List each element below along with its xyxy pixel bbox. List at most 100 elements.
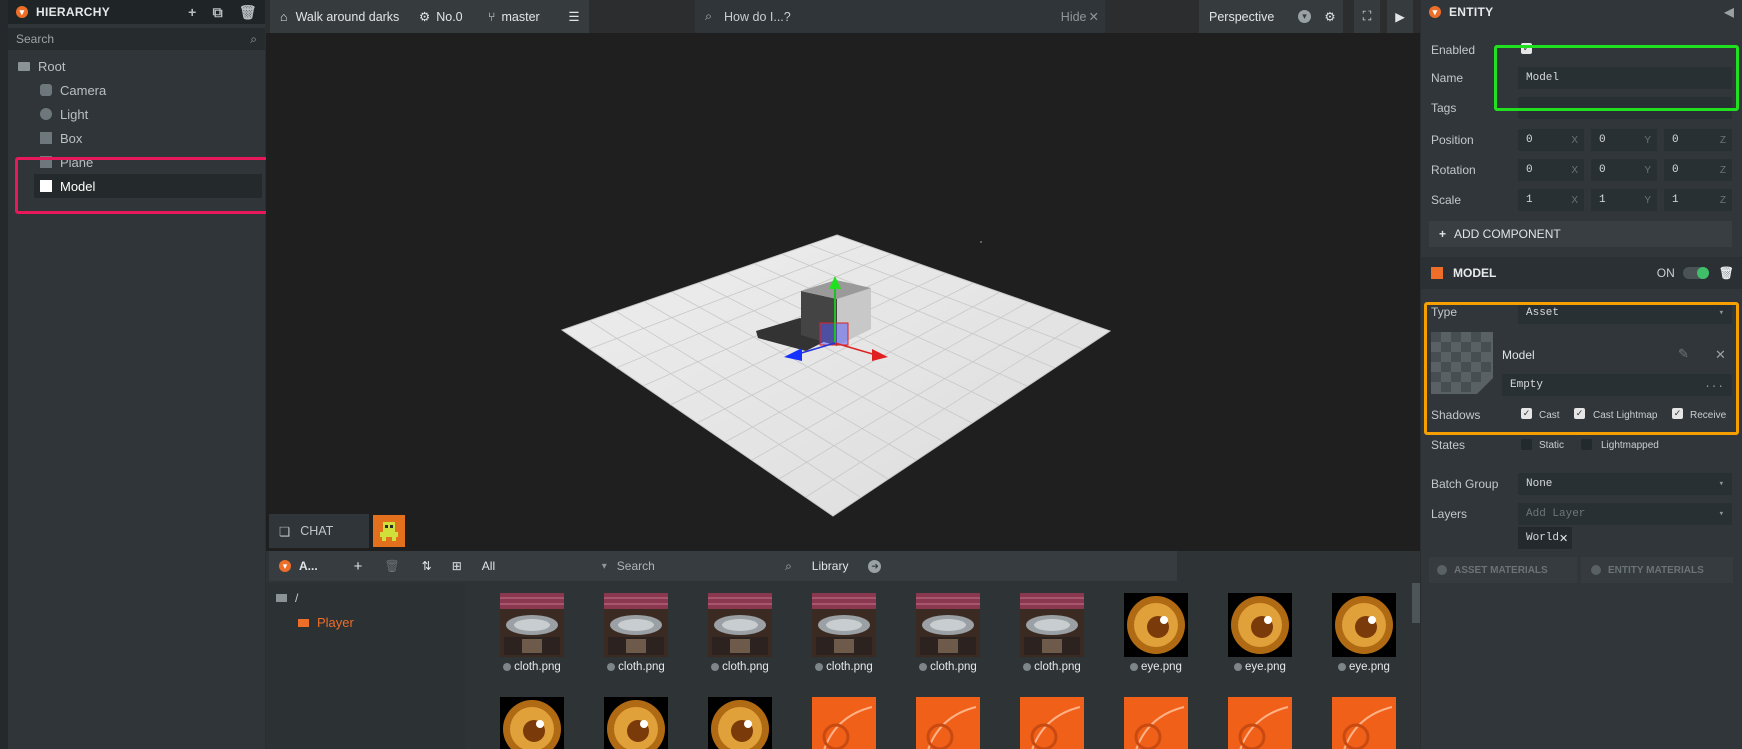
fullscreen-button[interactable]: ⛶ <box>1354 0 1380 33</box>
add-asset-icon[interactable]: + <box>354 558 363 575</box>
asset-thumbnail[interactable] <box>1314 697 1412 749</box>
branch-button[interactable]: ⑂ master <box>478 0 564 33</box>
asset-thumbnail[interactable] <box>690 697 790 749</box>
entity-materials-icon <box>1591 565 1601 575</box>
asset-thumbnail[interactable]: cloth.png <box>690 593 790 673</box>
asset-thumbnail[interactable]: eye.png <box>1210 593 1310 673</box>
list-button[interactable]: ☰ <box>559 0 589 33</box>
asset-name: cloth.png <box>794 661 894 673</box>
cloth-texture-icon <box>916 593 980 657</box>
chevron-down-icon: ▾ <box>601 560 607 572</box>
scale-x[interactable]: 1X <box>1518 189 1584 211</box>
cloth-texture-icon <box>500 593 564 657</box>
viewport-canvas[interactable] <box>266 33 1420 553</box>
grid-view-icon[interactable]: ⊞ <box>452 559 462 573</box>
add-layer-select[interactable]: Add Layer ▾ <box>1518 503 1732 525</box>
duplicate-icon[interactable]: ⧉ <box>213 4 223 21</box>
tree-item-camera[interactable]: Camera <box>8 78 265 102</box>
model-component-icon <box>1431 267 1443 279</box>
scale-y[interactable]: 1Y <box>1591 189 1657 211</box>
hierarchy-search-input[interactable]: Search ⌕ <box>8 28 265 50</box>
eye-texture-icon <box>1228 593 1292 657</box>
status-dot-icon <box>1234 663 1243 671</box>
static-label: Static <box>1539 440 1565 451</box>
folder-player[interactable]: Player <box>298 615 354 630</box>
asset-search-input[interactable]: Search ⌕ <box>617 555 792 577</box>
asset-thumbnail[interactable]: cloth.png <box>794 593 894 673</box>
branch-icon: ⑂ <box>488 9 496 24</box>
collapse-icon[interactable]: ▾ <box>16 6 28 18</box>
folder-root[interactable]: / <box>276 591 298 605</box>
position-y[interactable]: 0Y <box>1591 129 1657 151</box>
remove-layer-icon[interactable]: ✕ <box>1559 532 1568 545</box>
scene-button[interactable]: ⚙ No.0 <box>409 0 483 33</box>
asset-materials-icon <box>1437 565 1447 575</box>
project-button[interactable]: ⌂ Walk around darks <box>270 0 414 33</box>
box-icon <box>40 132 52 144</box>
asset-thumbnail[interactable]: cloth.png <box>1002 593 1102 673</box>
position-x[interactable]: 0X <box>1518 129 1584 151</box>
asset-filter-select[interactable]: All ▾ <box>481 555 607 577</box>
play-button[interactable]: ▶ <box>1387 0 1413 33</box>
search-icon: ⌕ <box>705 9 713 23</box>
entity-header: ▾ ENTITY ◀ <box>1421 0 1742 24</box>
entity-materials-button[interactable]: ENTITY MATERIALS <box>1581 557 1733 583</box>
model-on-label: ON <box>1656 266 1675 280</box>
asset-thumbnail[interactable]: cloth.png <box>898 593 998 673</box>
asset-name: cloth.png <box>898 661 998 673</box>
refresh-icon[interactable]: ⇅ <box>422 559 432 573</box>
asset-preview <box>1020 697 1084 749</box>
chat-button[interactable]: ❏ CHAT <box>269 514 369 548</box>
add-entity-icon[interactable]: + <box>188 4 196 21</box>
asset-thumbnail[interactable]: eye.png <box>1106 593 1206 673</box>
static-checkbox[interactable] <box>1521 439 1532 450</box>
collapse-panel-icon[interactable]: ◀ <box>1724 5 1734 19</box>
scale-z[interactable]: 1Z <box>1664 189 1732 211</box>
name-label: Name <box>1431 71 1464 85</box>
rotation-y[interactable]: 0Y <box>1591 159 1657 181</box>
status-dot-icon <box>1338 663 1347 671</box>
assets-collapse-icon[interactable]: ▾ <box>279 560 291 572</box>
status-dot-icon <box>1130 663 1139 671</box>
add-component-button[interactable]: + ADD COMPONENT <box>1429 221 1732 247</box>
camera-select[interactable]: Perspective ▾ <box>1199 0 1317 33</box>
batch-group-select[interactable]: None ▾ <box>1518 473 1732 495</box>
asset-grid: cloth.png cloth.png cloth.png cloth.png clot… <box>466 583 1412 749</box>
tree-item-light[interactable]: Light <box>8 102 265 126</box>
asset-thumbnail[interactable]: cloth.png <box>482 593 582 673</box>
asset-thumbnail[interactable]: eye.png <box>1314 593 1412 673</box>
model-toggle[interactable] <box>1682 267 1709 279</box>
rotation-z[interactable]: 0Z <box>1664 159 1732 181</box>
asset-name: eye.png <box>1106 661 1206 673</box>
chevron-down-icon: ▾ <box>1298 10 1311 23</box>
asset-thumbnail[interactable] <box>482 697 582 749</box>
hide-help-button[interactable]: Hide ✕ <box>1061 9 1099 25</box>
asset-thumbnail[interactable] <box>1210 697 1310 749</box>
help-search-input[interactable]: ⌕ How do I...? Hide ✕ <box>695 0 1105 33</box>
status-dot-icon <box>607 663 616 671</box>
tree-item-root[interactable]: Root <box>8 54 265 78</box>
asset-thumbnail[interactable] <box>898 697 998 749</box>
asset-thumbnail[interactable] <box>586 697 686 749</box>
settings-button[interactable]: ⚙ <box>1317 0 1343 33</box>
asset-materials-button[interactable]: ASSET MATERIALS <box>1429 557 1577 583</box>
eye-texture-icon <box>604 697 668 749</box>
delete-icon[interactable]: 🗑 <box>239 4 257 21</box>
lightmapped-checkbox[interactable] <box>1581 439 1592 450</box>
asset-thumbnail[interactable]: cloth.png <box>586 593 686 673</box>
rotation-x[interactable]: 0X <box>1518 159 1584 181</box>
asset-preview <box>916 593 980 657</box>
status-dot-icon <box>815 663 824 671</box>
user-avatar[interactable] <box>373 515 405 547</box>
position-z[interactable]: 0Z <box>1664 129 1732 151</box>
asset-thumbnail[interactable] <box>1106 697 1206 749</box>
delete-asset-icon[interactable]: 🗑 <box>384 559 399 573</box>
asset-thumbnail[interactable] <box>794 697 894 749</box>
collapse-icon[interactable]: ▾ <box>1429 6 1441 18</box>
asset-scrollbar[interactable] <box>1412 583 1420 623</box>
delete-component-icon[interactable]: 🗑 <box>1719 266 1734 280</box>
asset-thumbnail[interactable] <box>1002 697 1102 749</box>
library-button[interactable]: Library ➜ <box>812 559 882 573</box>
tree-item-box[interactable]: Box <box>8 126 265 150</box>
scene-viewport[interactable] <box>266 33 1420 553</box>
